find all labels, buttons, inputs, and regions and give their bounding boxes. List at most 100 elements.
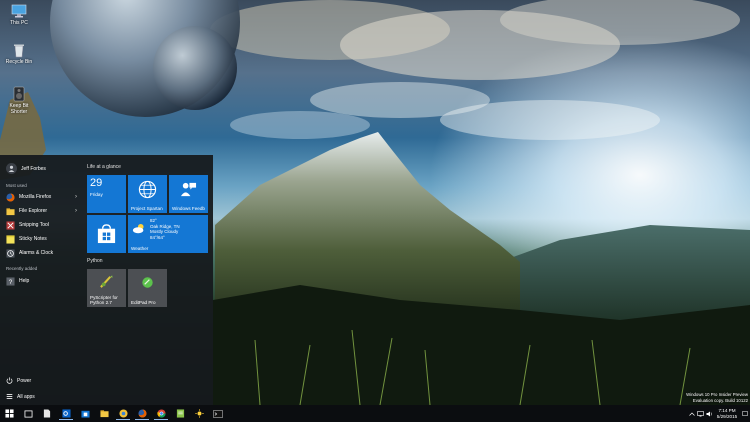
chevron-up-icon[interactable] xyxy=(687,412,696,416)
app-item-label: Mozilla Firefox xyxy=(19,194,52,200)
tile-editpad-pro[interactable]: EditPad Pro xyxy=(128,269,167,307)
power-icon xyxy=(6,376,13,386)
store-icon xyxy=(80,410,90,418)
weather-range: 84°/64° xyxy=(150,234,165,240)
notifications-icon[interactable] xyxy=(740,410,750,417)
notepad-icon xyxy=(176,409,184,418)
app-item-label: File Explorer xyxy=(19,208,48,214)
app-item-snipping-tool[interactable]: Snipping Tool xyxy=(6,219,80,231)
editpad-icon xyxy=(142,277,153,288)
user-avatar-icon xyxy=(6,163,17,174)
tile-label: Weather xyxy=(131,246,149,251)
desktop-icon-this-pc[interactable]: This PC xyxy=(2,3,36,26)
most-used-label: Most used xyxy=(6,183,27,188)
weather-condition: Mostly Cloudy xyxy=(150,229,179,235)
tile-windows-feedback[interactable]: Windows Feedb xyxy=(169,175,208,213)
taskbar-clock[interactable]: 7:14 PM 5/29/2015 xyxy=(714,408,740,420)
app-item-firefox[interactable]: Mozilla Firefox › xyxy=(6,191,80,203)
desktop-icon-label: This PC xyxy=(10,20,28,26)
start-menu-left-pane: Jeff Forbes Most used Mozilla Firefox › … xyxy=(0,155,83,405)
globe-icon xyxy=(138,180,157,199)
clock-icon xyxy=(6,248,15,258)
taskbar-file-button[interactable] xyxy=(40,407,54,420)
group-label-python: Python xyxy=(87,258,103,264)
sticky-note-icon xyxy=(6,234,15,244)
taskbar-sun-button[interactable] xyxy=(192,407,206,420)
taskbar-terminal-button[interactable] xyxy=(211,407,225,420)
start-menu: Jeff Forbes Most used Mozilla Firefox › … xyxy=(0,155,213,405)
start-icon xyxy=(4,409,14,418)
power-label: Power xyxy=(17,378,32,384)
explorer-icon xyxy=(99,410,109,418)
cloudy-icon xyxy=(132,223,144,234)
tile-calendar[interactable]: 29 Friday xyxy=(87,175,126,213)
tile-pyscripter[interactable]: PyScripter for Python 2.7 xyxy=(87,269,126,307)
desktop-icon-speaker[interactable]: Keep Bit Shorter xyxy=(2,86,36,115)
taskbar-notepad-button[interactable] xyxy=(173,407,187,420)
watermark-line-1: Windows 10 Pro Insider Preview xyxy=(686,392,748,397)
computer-icon xyxy=(11,4,27,18)
volume-icon[interactable] xyxy=(705,411,714,417)
desktop-icon-recycle-bin[interactable]: Recycle Bin xyxy=(2,42,36,65)
tile-project-spartan[interactable]: Project Spartan xyxy=(128,175,167,213)
chrome-icon xyxy=(156,408,166,418)
network-icon[interactable] xyxy=(696,410,705,417)
scissors-icon xyxy=(6,220,15,230)
chevron-right-icon[interactable]: › xyxy=(75,208,77,214)
app-item-alarms-clock[interactable]: Alarms & Clock xyxy=(6,247,80,259)
clock-date: 5/29/2015 xyxy=(716,413,738,419)
app-item-help[interactable]: ? Help xyxy=(6,275,80,287)
power-button[interactable]: Power xyxy=(6,375,31,387)
all-apps-button[interactable]: All apps xyxy=(6,391,35,403)
recently-added-label: Recently added xyxy=(6,266,38,271)
speaker-icon xyxy=(13,86,25,102)
desktop-icon-label: Keep Bit Shorter xyxy=(9,103,29,115)
firefox-icon xyxy=(6,192,15,202)
app-item-label: Snipping Tool xyxy=(19,222,49,228)
sun-icon xyxy=(194,409,204,418)
chevron-right-icon[interactable]: › xyxy=(75,194,77,200)
app-item-label: Alarms & Clock xyxy=(19,250,54,256)
svg-text:?: ? xyxy=(9,278,13,285)
file-icon xyxy=(43,409,51,418)
desktop-icon-label: Recycle Bin xyxy=(5,59,33,65)
app-item-sticky-notes[interactable]: Sticky Notes xyxy=(6,233,80,245)
help-icon: ? xyxy=(6,276,15,286)
weather-details: 82° Oak Ridge, TN Mostly Cloudy 84°/64° xyxy=(150,218,180,240)
watermark-line-2: Evaluation copy. Build 10122 xyxy=(692,397,748,403)
calendar-weekday: Friday xyxy=(90,192,103,197)
taskbar-firefox-button[interactable] xyxy=(135,407,149,420)
chrome-alt-icon xyxy=(118,408,128,418)
tile-store[interactable] xyxy=(87,215,126,253)
taskbar-chrome-button[interactable] xyxy=(154,407,168,420)
tile-weather[interactable]: 82° Oak Ridge, TN Mostly Cloudy 84°/64° … xyxy=(128,215,208,253)
system-tray: 7:14 PM 5/29/2015 xyxy=(687,405,750,422)
start-button[interactable] xyxy=(2,407,16,420)
tile-label: Windows Feedb xyxy=(172,206,205,211)
firefox-icon xyxy=(137,408,147,418)
task-view-icon xyxy=(24,409,32,418)
user-name: Jeff Forbes xyxy=(21,165,46,172)
user-account[interactable]: Jeff Forbes xyxy=(6,163,46,174)
group-label-life-at-a-glance: Life at a glance xyxy=(87,164,121,170)
build-watermark: Windows 10 Pro Insider Preview Evaluatio… xyxy=(686,392,748,403)
taskbar: 7:14 PM 5/29/2015 xyxy=(0,405,750,422)
folder-icon xyxy=(6,207,15,216)
recycle-bin-icon xyxy=(14,44,24,58)
app-item-file-explorer[interactable]: File Explorer › xyxy=(6,205,80,217)
taskbar-explorer-button[interactable] xyxy=(97,407,111,420)
tile-label: EditPad Pro xyxy=(131,300,156,305)
feedback-person-icon xyxy=(180,182,197,197)
taskbar-chrome-alt-button[interactable] xyxy=(116,407,130,420)
taskbar-store-button[interactable] xyxy=(78,407,92,420)
terminal-icon xyxy=(213,409,223,418)
store-bag-icon xyxy=(97,224,116,244)
taskbar-outlook-button[interactable] xyxy=(59,407,73,420)
task-view-button[interactable] xyxy=(21,407,35,420)
calendar-day: 29 xyxy=(90,177,103,189)
app-item-label: Help xyxy=(19,278,30,284)
pyscripter-icon xyxy=(100,275,113,288)
list-icon xyxy=(6,393,13,402)
app-item-label: Sticky Notes xyxy=(19,236,47,242)
outlook-icon xyxy=(61,408,71,418)
